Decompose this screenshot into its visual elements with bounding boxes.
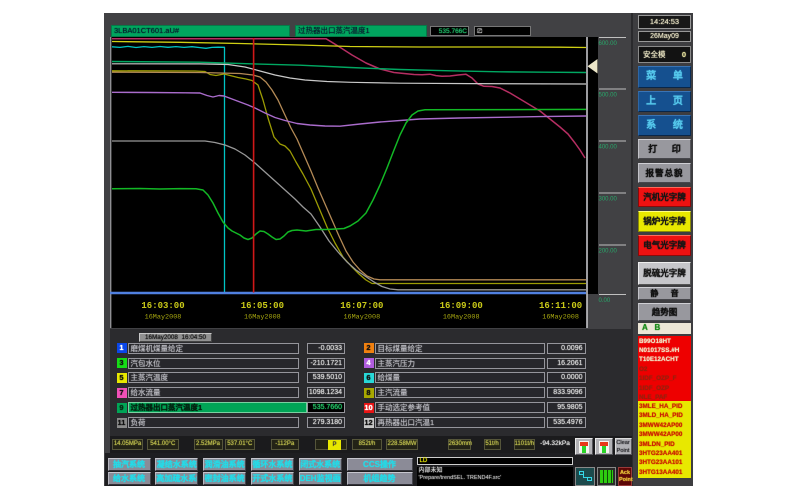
svg-text:16:09:00: 16:09:00 — [440, 301, 483, 311]
svg-text:500.00: 500.00 — [599, 93, 618, 99]
svg-text:16:11:00: 16:11:00 — [539, 301, 582, 311]
svg-text:16May2008: 16May2008 — [542, 314, 579, 322]
svg-text:16:05:00: 16:05:00 — [241, 301, 284, 311]
svg-text:16May2008: 16May2008 — [343, 314, 380, 322]
svg-text:16May2008: 16May2008 — [244, 314, 281, 322]
svg-text:16:07:00: 16:07:00 — [340, 301, 383, 311]
svg-text:16May2008: 16May2008 — [443, 314, 480, 322]
svg-text:600.00: 600.00 — [599, 41, 618, 47]
svg-text:16May2008: 16May2008 — [145, 314, 182, 322]
svg-text:16:03:00: 16:03:00 — [141, 301, 184, 311]
svg-text:400.00: 400.00 — [599, 145, 618, 151]
svg-text:0.00: 0.00 — [599, 298, 611, 304]
svg-text:200.00: 200.00 — [599, 249, 618, 255]
svg-text:300.00: 300.00 — [599, 197, 618, 203]
